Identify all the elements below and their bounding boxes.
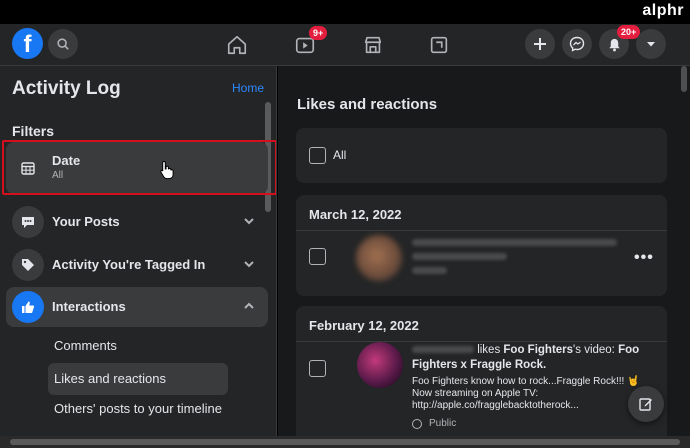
divider (296, 230, 667, 231)
group-date-header: February 12, 2022 (309, 318, 419, 333)
top-navigation-bar: f 9+ 20+ (0, 24, 690, 66)
subfilter-likes-and-reactions[interactable]: Likes and reactions (48, 363, 228, 395)
messenger-button[interactable] (562, 29, 592, 59)
post-body-text: Foo Fighters know how to rock...Fraggle … (412, 376, 640, 411)
bell-icon (608, 38, 620, 51)
notifications-button[interactable]: 20+ (599, 25, 641, 59)
watermark-text: alphr (642, 2, 684, 19)
filter-your-posts[interactable]: Your Posts (6, 202, 268, 242)
edit-icon (639, 398, 652, 411)
main-title: Likes and reactions (297, 96, 438, 113)
blurred-user-name (412, 346, 474, 354)
facebook-logo-icon[interactable]: f (12, 28, 43, 59)
possessive-video-text: 's video: (573, 344, 619, 356)
home-link[interactable]: Home (232, 81, 264, 95)
blurred-text-line (412, 239, 617, 246)
highlight-box (2, 140, 276, 195)
more-options-button[interactable]: ••• (634, 249, 654, 267)
subfilter-comments[interactable]: Comments (48, 330, 228, 362)
filter-interactions-label: Interactions (52, 299, 126, 314)
home-nav-button[interactable] (224, 32, 250, 58)
activity-checkbox[interactable] (309, 248, 326, 265)
page-avatar (357, 342, 403, 388)
account-menu-button[interactable] (636, 29, 666, 59)
hand-cursor-icon (160, 160, 174, 180)
privacy-label: Public (429, 418, 457, 429)
filter-tagged-in[interactable]: Activity You're Tagged In (6, 245, 268, 285)
sidebar-title: Activity Log (12, 78, 121, 99)
activity-checkbox[interactable] (309, 360, 326, 377)
chevron-down-icon (244, 218, 254, 225)
horizontal-scrollbar-thumb[interactable] (10, 439, 680, 445)
activity-summary: likes Foo Fighters's video: Foo Fighters… (412, 343, 642, 373)
activity-log-sidebar: Activity Log Home Filters Date All Your … (0, 66, 277, 436)
create-button[interactable] (525, 29, 555, 59)
compose-button[interactable] (628, 386, 664, 422)
messenger-icon (569, 36, 585, 52)
marketplace-nav-button[interactable] (360, 32, 386, 58)
chevron-up-icon (244, 302, 254, 309)
filter-interactions[interactable]: Interactions (6, 287, 268, 327)
caret-down-icon (647, 42, 655, 47)
search-icon (57, 38, 69, 50)
activity-group-february: February 12, 2022 likes Foo Fighters's v… (296, 306, 667, 436)
likes-text: likes (474, 344, 504, 356)
posts-icon-wrap (12, 206, 44, 238)
speech-bubble-icon (22, 217, 34, 228)
globe-icon (412, 419, 422, 429)
subfilter-others-posts[interactable]: Others' posts to your timeline (48, 396, 248, 428)
page-name-link[interactable]: Foo Fighters (503, 344, 573, 356)
select-all-label: All (333, 148, 347, 162)
main-content: Likes and reactions All March 12, 2022 •… (278, 66, 690, 436)
groups-nav-button[interactable] (426, 32, 452, 58)
blurred-text-line (412, 253, 507, 260)
main-scrollbar[interactable] (680, 66, 688, 436)
gaming-icon (430, 36, 448, 54)
thumbs-up-icon-wrap (12, 291, 44, 323)
plus-icon (534, 38, 546, 50)
filter-tagged-in-label: Activity You're Tagged In (52, 257, 206, 272)
group-date-header: March 12, 2022 (309, 207, 402, 222)
activity-group-march: March 12, 2022 ••• (296, 195, 667, 296)
watermark-strip: alphr (0, 0, 690, 24)
select-all-checkbox[interactable] (309, 147, 326, 164)
tag-icon-wrap (12, 249, 44, 281)
horizontal-scrollbar[interactable] (0, 436, 690, 448)
select-all-card: All (296, 128, 667, 183)
filters-heading: Filters (12, 123, 55, 139)
watch-nav-button[interactable]: 9+ (292, 26, 328, 58)
thumbs-up-icon (22, 301, 35, 313)
divider (296, 341, 667, 342)
marketplace-icon (364, 36, 382, 54)
blurred-thumbnail (356, 235, 402, 281)
filter-your-posts-label: Your Posts (52, 214, 120, 229)
home-icon (227, 35, 247, 55)
main-scrollbar-thumb[interactable] (681, 66, 687, 92)
chevron-down-icon (244, 261, 254, 268)
search-button[interactable] (48, 29, 78, 59)
blurred-text-line (412, 267, 447, 274)
watch-badge: 9+ (309, 26, 328, 40)
tag-icon (22, 259, 34, 271)
